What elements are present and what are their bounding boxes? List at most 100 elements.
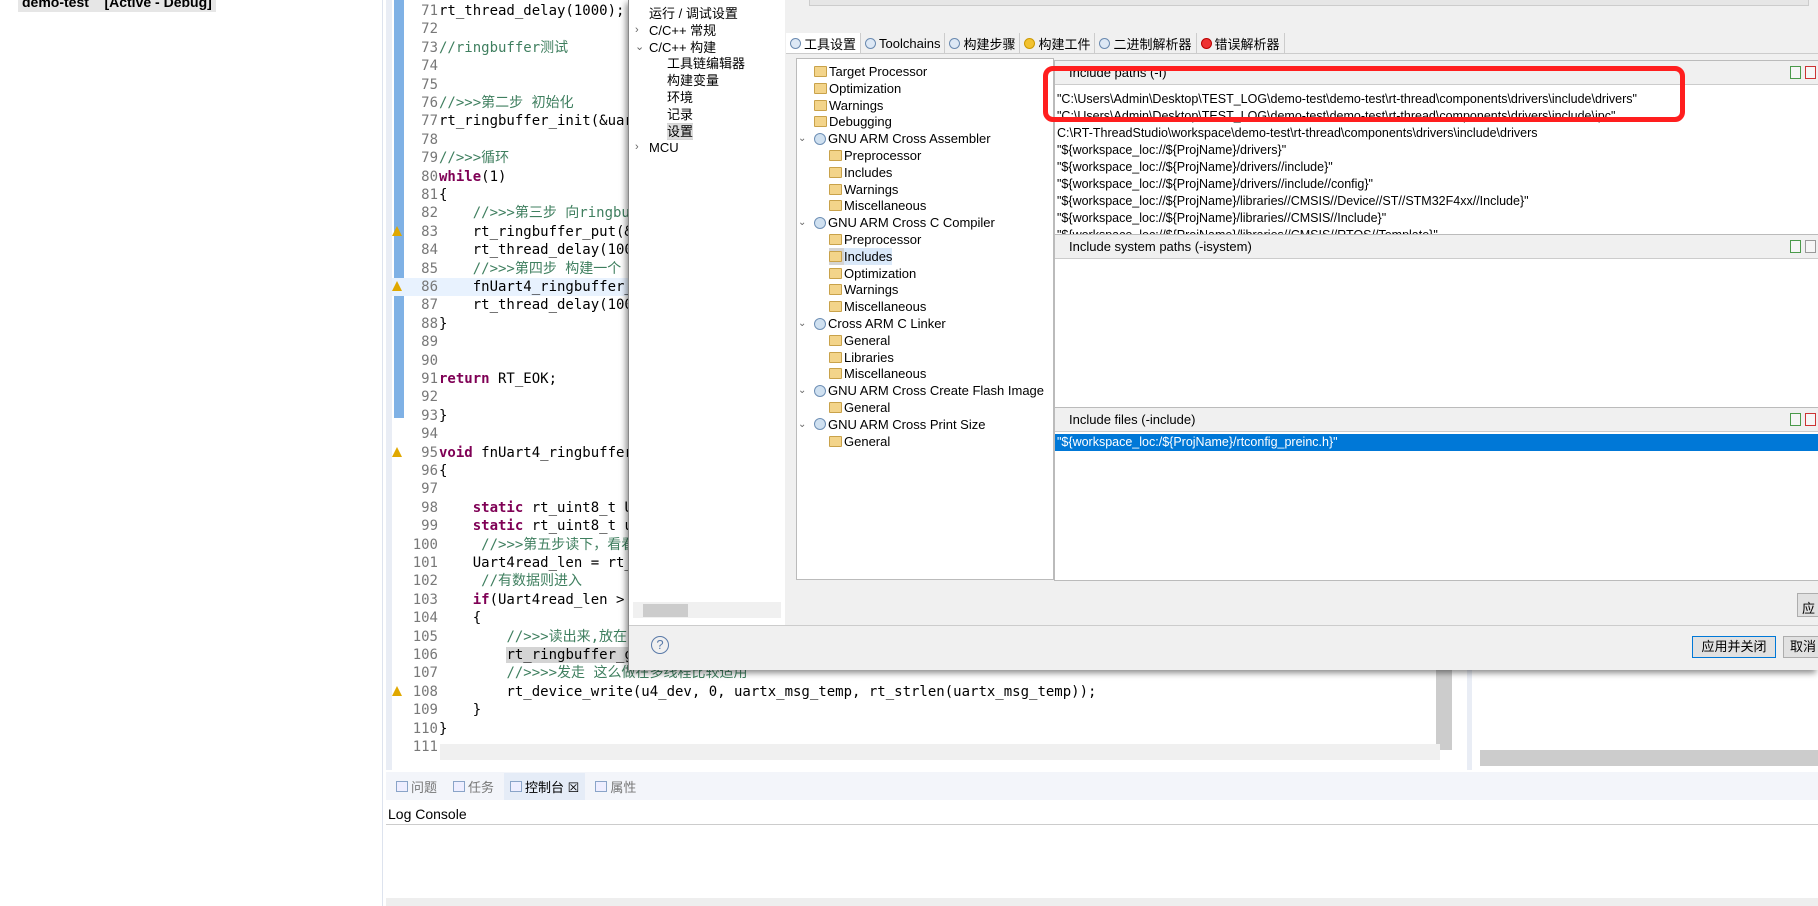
nav-item[interactable]: › MCU — [635, 139, 679, 156]
properties-nav-tree: 运行 / 调试设置 › C/C++ 常规 ⌄ C/C++ 构建 工具链编辑器 构建变量 环境记… — [629, 0, 785, 625]
add-icon[interactable] — [1790, 240, 1801, 253]
bottom-tab[interactable]: 问题 — [390, 773, 443, 800]
settings-tab[interactable]: 构建工件 — [1020, 33, 1096, 53]
tree-item[interactable]: Target Processor — [814, 63, 927, 80]
tree-item[interactable]: General — [829, 332, 890, 349]
tree-item[interactable]: Libraries — [829, 349, 894, 366]
warning-icon[interactable] — [392, 685, 402, 696]
line-number: 90 — [421, 352, 438, 369]
code-text: rt_ringbuffer_init(&uart — [439, 112, 641, 130]
include-files-list[interactable]: "${workspace_loc:/${ProjName}/rtconfig_p… — [1055, 432, 1818, 451]
chevron-down-icon[interactable]: ⌄ — [798, 214, 806, 231]
line-number: 76 — [421, 95, 438, 111]
tree-item[interactable]: Preprocessor — [829, 231, 921, 248]
bottom-tab[interactable]: 属性 — [589, 773, 642, 800]
tree-item[interactable]: Miscellaneous — [829, 365, 926, 382]
chevron-down-icon[interactable]: ⌄ — [798, 315, 806, 332]
delete-icon[interactable] — [1805, 66, 1816, 79]
include-path-item[interactable]: "${workspace_loc://${ProjName}/drivers//… — [1055, 176, 1818, 193]
include-path-item[interactable]: "${workspace_loc://${ProjName}/drivers}" — [1055, 142, 1818, 159]
code-token: { — [439, 463, 448, 479]
tree-item[interactable]: Warnings — [829, 181, 898, 198]
tree-item[interactable]: ⌄ Cross ARM C Linker — [798, 315, 946, 332]
include-path-item[interactable]: "${workspace_loc://${ProjName}/libraries… — [1055, 193, 1818, 210]
configuration-select[interactable] — [809, 0, 1809, 6]
chevron-down-icon[interactable]: ⌄ — [798, 382, 806, 399]
code-line: 108 rt_device_write(u4_dev, 0, uartx_msg… — [392, 683, 1452, 701]
nav-item[interactable]: 设置 — [667, 122, 694, 140]
chevron-down-icon[interactable]: ⌄ — [798, 130, 806, 147]
scrollbar-thumb[interactable] — [643, 604, 688, 617]
nav-item[interactable]: ⌄ C/C++ 构建 — [635, 39, 716, 56]
settings-tab[interactable]: 二进制解析器 — [1095, 33, 1197, 53]
nav-item[interactable]: 环境 — [667, 89, 693, 106]
add-icon[interactable] — [1790, 413, 1801, 426]
warning-icon[interactable] — [392, 446, 402, 457]
tree-item[interactable]: General — [829, 433, 890, 450]
outline-horizontal-scrollbar[interactable] — [1480, 750, 1818, 766]
settings-tab[interactable]: 构建步骤 — [945, 33, 1021, 53]
tree-item[interactable]: General — [829, 399, 890, 416]
nav-item[interactable]: 运行 / 调试设置 — [649, 5, 738, 22]
settings-tab[interactable]: 工具设置 — [786, 33, 862, 53]
include-file-item[interactable]: "${workspace_loc:/${ProjName}/rtconfig_p… — [1055, 434, 1818, 451]
tree-item[interactable]: ⌄ GNU ARM Cross C Compiler — [798, 214, 995, 231]
tree-item[interactable]: Warnings — [829, 281, 898, 298]
chevron-icon[interactable]: ⌄ — [635, 39, 644, 56]
apply-and-close-button[interactable]: 应用并关闭 — [1692, 636, 1776, 658]
bottom-tab[interactable]: 任务 — [447, 773, 500, 800]
tree-item[interactable]: ⌄ GNU ARM Cross Assembler — [798, 130, 991, 147]
editor-horizontal-scrollbar[interactable] — [440, 744, 1440, 760]
line-number: 75 — [421, 76, 438, 93]
delete-icon[interactable] — [1805, 240, 1816, 253]
help-icon[interactable]: ? — [651, 636, 669, 654]
include-path-item[interactable]: "${workspace_loc://${ProjName}/libraries… — [1055, 210, 1818, 227]
tree-item[interactable]: Includes — [829, 247, 893, 265]
tree-item[interactable]: Optimization — [814, 80, 901, 97]
tree-item[interactable]: Miscellaneous — [829, 197, 926, 214]
warning-icon[interactable] — [392, 281, 402, 291]
tree-item[interactable]: Includes — [829, 164, 892, 181]
tree-item[interactable]: Debugging — [814, 113, 892, 130]
bottom-tab[interactable]: 控制台 ☒ — [504, 772, 586, 800]
chevron-icon[interactable]: › — [635, 139, 639, 156]
line-number: 101 — [412, 555, 438, 571]
settings-tab[interactable]: Toolchains — [861, 33, 946, 53]
project-item[interactable]: demo-test [Active - Debug] — [18, 0, 216, 12]
nav-item[interactable]: › C/C++ 常规 — [635, 22, 716, 39]
tree-item[interactable]: ⌄ GNU ARM Cross Print Size — [798, 416, 985, 433]
tree-item[interactable]: Optimization — [829, 265, 916, 282]
apply-button[interactable]: 应用 — [1797, 593, 1818, 617]
chevron-icon[interactable]: › — [635, 22, 639, 39]
warning-icon[interactable] — [392, 225, 402, 236]
settings-tab[interactable]: 错误解析器 — [1197, 33, 1285, 53]
tree-item[interactable]: Warnings — [814, 97, 883, 114]
tree-item[interactable]: Preprocessor — [829, 147, 921, 164]
nav-item[interactable]: 构建变量 — [667, 72, 719, 89]
view-icon — [510, 780, 523, 792]
chevron-down-icon[interactable]: ⌄ — [798, 416, 806, 433]
code-token: rt_uint8_t Ua — [523, 499, 642, 516]
line-number: 108 — [412, 683, 438, 700]
delete-icon[interactable] — [1805, 413, 1816, 426]
cancel-button[interactable]: 取消 — [1783, 636, 1818, 658]
nav-item[interactable]: 工具链编辑器 — [667, 55, 745, 72]
nav-horizontal-scrollbar[interactable] — [633, 602, 781, 618]
code-text: rt_device_write(u4_dev, 0, uartx_msg_tem… — [439, 683, 1096, 701]
add-icon[interactable] — [1790, 66, 1801, 79]
console-scrollbar[interactable] — [386, 898, 1818, 906]
tree-item[interactable]: Miscellaneous — [829, 298, 926, 315]
nav-item[interactable]: 记录 — [667, 106, 693, 123]
tab-label: 工具设置 — [804, 36, 857, 52]
tab-label: 构建步骤 — [963, 36, 1016, 52]
comment: //>>>第五步读下，看看 — [481, 536, 636, 553]
comment: //>>>读出来,放在 — [506, 628, 628, 645]
include-path-item[interactable]: C:\RT-ThreadStudio\workspace\demo-test\r… — [1055, 125, 1818, 142]
line-number: 87 — [421, 297, 438, 314]
code-text: static rt_uint8_t Ua — [439, 499, 642, 517]
tree-item[interactable]: ⌄ GNU ARM Cross Create Flash Image — [798, 382, 1044, 399]
include-path-item[interactable]: "${workspace_loc://${ProjName}/drivers//… — [1055, 159, 1818, 176]
divider — [386, 824, 1818, 825]
